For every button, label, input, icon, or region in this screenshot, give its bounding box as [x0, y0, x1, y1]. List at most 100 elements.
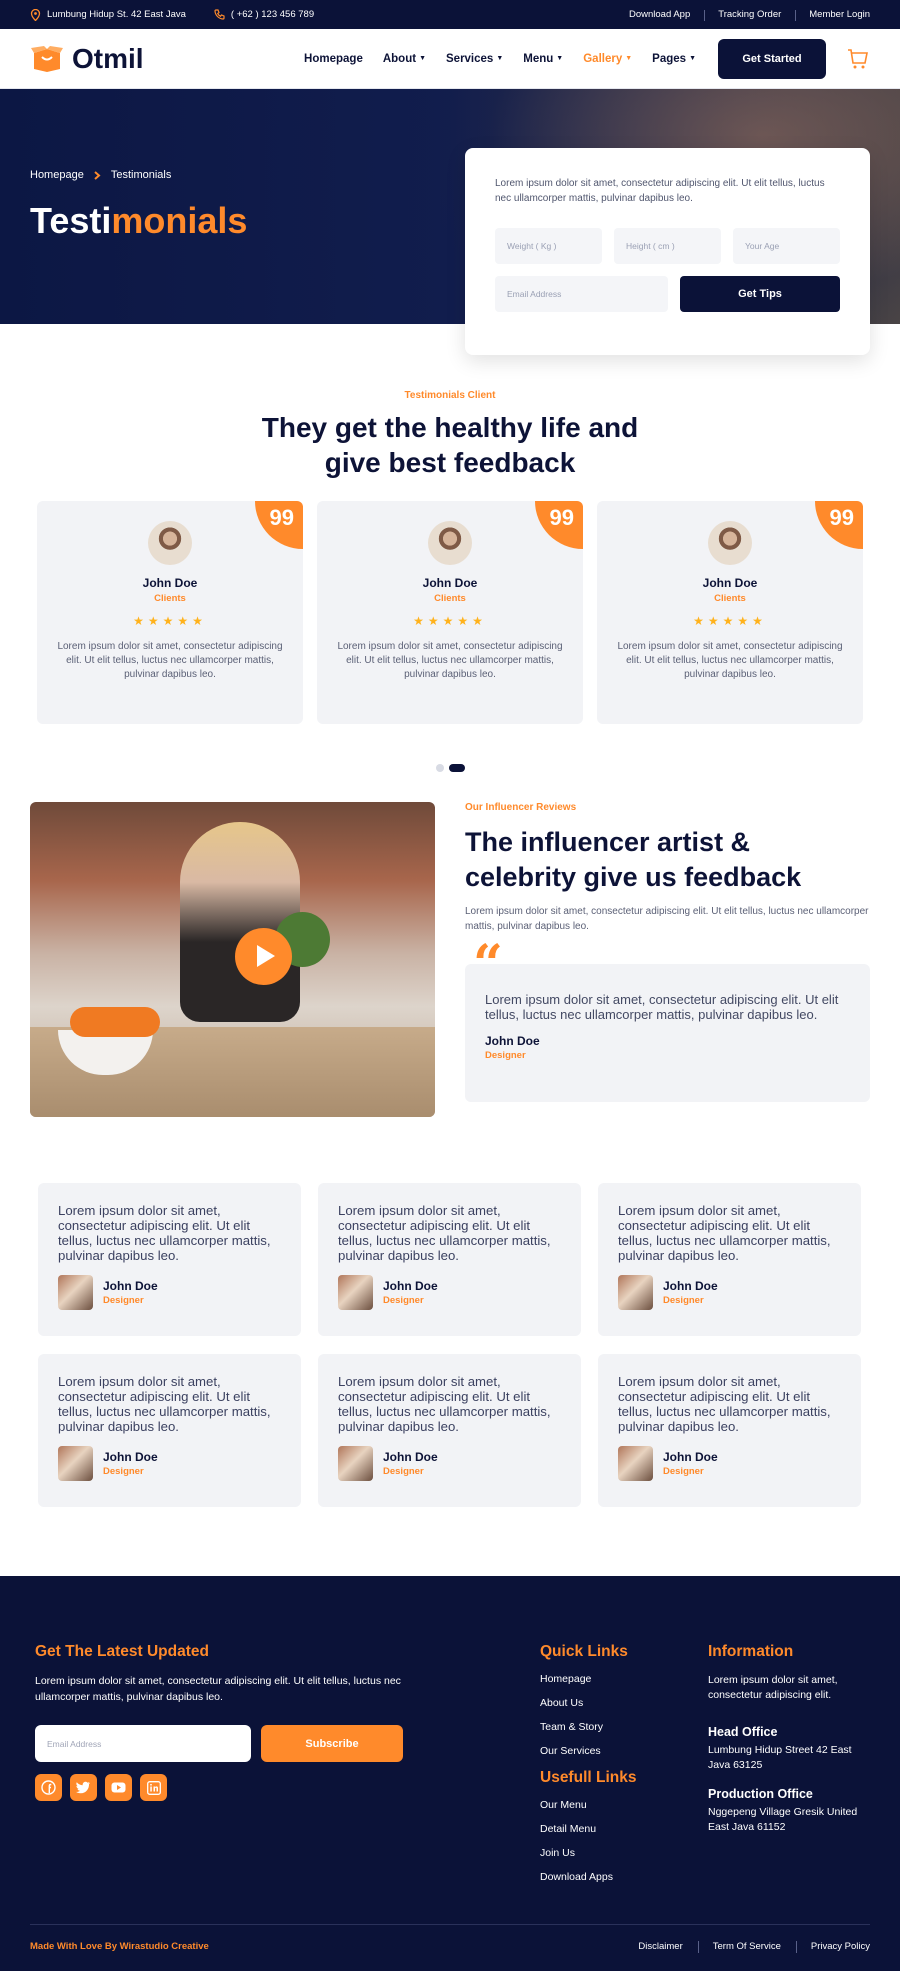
cart-icon[interactable] [846, 47, 870, 71]
footer-link-team[interactable]: Team & Story [540, 1721, 636, 1733]
download-app-link[interactable]: Download App [629, 9, 690, 20]
reviewer-name: John Doe [663, 1450, 718, 1464]
play-icon[interactable] [235, 928, 292, 985]
terms-link[interactable]: Term Of Service [697, 1941, 781, 1953]
reviewer-name: John Doe [383, 1279, 438, 1293]
avatar [708, 521, 752, 565]
avatar [338, 1275, 373, 1310]
nav-pages[interactable]: Pages ▼ [652, 53, 696, 65]
location-pin-icon [30, 8, 41, 21]
newsletter-text: Lorem ipsum dolor sit amet, consectetur … [35, 1675, 401, 1703]
avatar [58, 1446, 93, 1481]
member-login-link[interactable]: Member Login [795, 9, 870, 21]
newsletter: Get The Latest Updated Lorem ipsum dolor… [35, 1643, 405, 1801]
reviewer-name: John Doe [383, 1450, 438, 1464]
avatar [58, 1275, 93, 1310]
form-description: Lorem ipsum dolor sit amet, consectetur … [495, 178, 825, 204]
reviewer-role: Designer [103, 1295, 144, 1306]
influencer-description: Lorem ipsum dolor sit amet, consectetur … [465, 906, 869, 932]
client-role: Clients [714, 593, 746, 604]
chevron-down-icon: ▼ [556, 54, 564, 62]
footer-link-about[interactable]: About Us [540, 1697, 636, 1709]
video-thumbnail[interactable] [30, 802, 435, 1117]
star-rating: ★★★★★ [133, 614, 207, 628]
chevron-down-icon: ▼ [689, 54, 696, 62]
influencer-role: Designer [485, 1050, 526, 1061]
reviewer-name: John Doe [663, 1279, 718, 1293]
reviewer-role: Designer [383, 1466, 424, 1477]
chevron-down-icon: ▼ [496, 54, 504, 62]
get-tips-button[interactable]: Get Tips [680, 276, 840, 312]
carousel-dot-active[interactable] [449, 764, 465, 772]
breadcrumb-home[interactable]: Homepage [30, 169, 84, 181]
twitter-icon[interactable] [70, 1774, 97, 1801]
review-card: Lorem ipsum dolor sit amet, consectetur … [38, 1183, 301, 1336]
influencer-subtitle: Our Influencer Reviews [465, 802, 577, 813]
footer-information: Information Lorem ipsum dolor sit amet, … [708, 1643, 868, 1835]
quote-badge-icon: 99 [535, 501, 583, 549]
review-card: Lorem ipsum dolor sit amet, consectetur … [38, 1354, 301, 1507]
review-text: Lorem ipsum dolor sit amet, consectetur … [618, 1203, 831, 1263]
client-role: Clients [434, 593, 466, 604]
weight-input[interactable]: Weight ( Kg ) [495, 228, 602, 264]
testimonial-carousel: 99 John Doe Clients ★★★★★ Lorem ipsum do… [37, 501, 863, 724]
subscribe-button[interactable]: Subscribe [261, 1725, 403, 1762]
nav-menu[interactable]: Menu ▼ [523, 53, 563, 65]
footer-link-download[interactable]: Download Apps [540, 1871, 636, 1883]
logo[interactable]: Otmil [30, 43, 144, 75]
video-carrots [70, 1007, 160, 1037]
review-text: Lorem ipsum dolor sit amet, consectetur … [338, 1203, 551, 1263]
address-text: Lumbung Hidup St. 42 East Java [47, 9, 186, 20]
footer-link-services[interactable]: Our Services [540, 1745, 636, 1757]
star-rating: ★★★★★ [413, 614, 487, 628]
email-input[interactable]: Email Address [495, 276, 668, 312]
age-input[interactable]: Your Age [733, 228, 840, 264]
quick-links-title: Quick Links [540, 1643, 628, 1660]
useful-links-title: Usefull Links [540, 1769, 637, 1786]
chevron-down-icon: ▼ [625, 54, 633, 62]
tracking-order-link[interactable]: Tracking Order [704, 9, 781, 21]
facebook-icon[interactable] [35, 1774, 62, 1801]
nav-homepage[interactable]: Homepage [304, 53, 363, 65]
star-rating: ★★★★★ [693, 614, 767, 628]
nav-services[interactable]: Services ▼ [446, 53, 503, 65]
nav-about[interactable]: About ▼ [383, 53, 426, 65]
reviewer-role: Designer [663, 1466, 704, 1477]
newsletter-email-input[interactable]: Email Address [35, 1725, 251, 1762]
reviewer-role: Designer [103, 1466, 144, 1477]
review-text: Lorem ipsum dolor sit amet, consectetur … [58, 1203, 271, 1263]
footer-link-join[interactable]: Join Us [540, 1847, 636, 1859]
phone-icon [214, 9, 225, 20]
client-name: John Doe [422, 576, 478, 590]
privacy-link[interactable]: Privacy Policy [795, 1941, 870, 1953]
footer-links: Quick Links Homepage About Us Team & Sto… [540, 1643, 636, 1895]
height-input[interactable]: Height ( cm ) [614, 228, 721, 264]
influencer-quote-card: “ Lorem ipsum dolor sit amet, consectetu… [465, 934, 870, 1102]
production-office-title: Production Office [708, 1787, 813, 1801]
review-card: Lorem ipsum dolor sit amet, consectetur … [598, 1183, 861, 1336]
disclaimer-link[interactable]: Disclaimer [638, 1941, 682, 1952]
influencer-name: John Doe [485, 1034, 540, 1048]
client-name: John Doe [702, 576, 758, 590]
testimonial-card: 99 John Doe Clients ★★★★★ Lorem ipsum do… [317, 501, 583, 724]
breadcrumb-current: Testimonials [110, 169, 172, 181]
footer-link-detail-menu[interactable]: Detail Menu [540, 1823, 636, 1835]
main-header: Otmil Homepage About ▼ Services ▼ Menu ▼ Ga… [0, 29, 900, 89]
reviewer-role: Designer [383, 1295, 424, 1306]
footer-link-homepage[interactable]: Homepage [540, 1673, 636, 1685]
carousel-pagination [436, 764, 465, 772]
reviewer-name: John Doe [103, 1450, 158, 1464]
footer-link-menu[interactable]: Our Menu [540, 1799, 636, 1811]
avatar [148, 521, 192, 565]
logo-box-icon [31, 45, 63, 72]
carousel-dot[interactable] [436, 764, 444, 772]
testimonials-title: They get the healthy life and give best f… [261, 412, 639, 478]
get-started-button[interactable]: Get Started [718, 38, 826, 79]
review-text: Lorem ipsum dolor sit amet, consectetur … [58, 1374, 271, 1434]
youtube-icon[interactable] [105, 1774, 132, 1801]
linkedin-icon[interactable] [140, 1774, 167, 1801]
review-card: Lorem ipsum dolor sit amet, consectetur … [318, 1183, 581, 1336]
nav-gallery[interactable]: Gallery ▼ [583, 53, 632, 65]
avatar [428, 521, 472, 565]
credit-text: Made With Love By Wirastudio Creative [30, 1941, 209, 1952]
